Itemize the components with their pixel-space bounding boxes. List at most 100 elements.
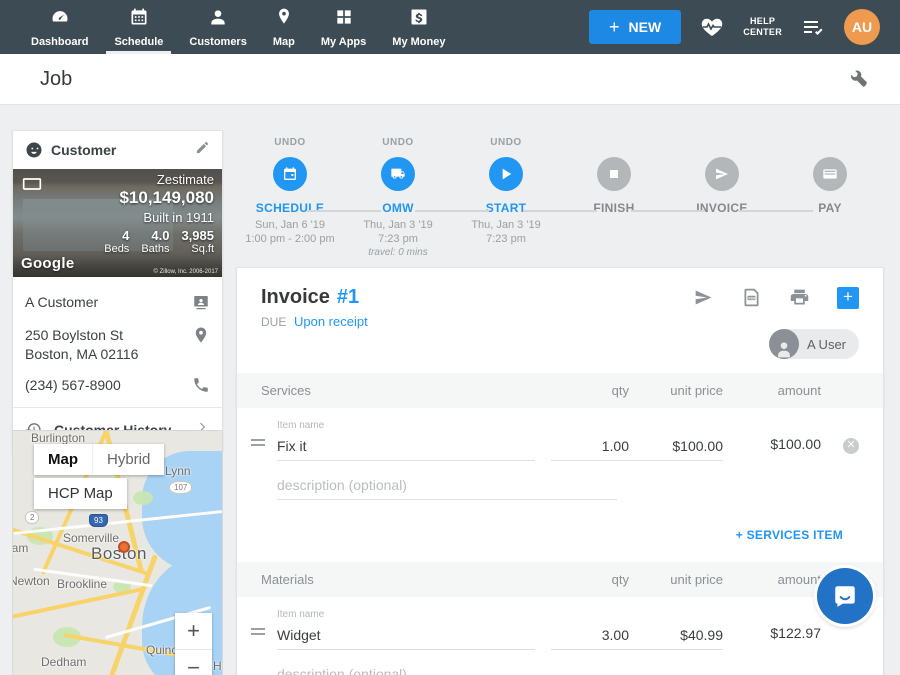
nav-tab-dashboard[interactable]: Dashboard — [18, 0, 101, 54]
step-finish-button[interactable] — [597, 157, 631, 191]
qty-input[interactable] — [551, 436, 629, 461]
description-row — [237, 650, 883, 675]
step-invoice-button[interactable] — [705, 157, 739, 191]
help-center-link[interactable]: HELP CENTER — [743, 16, 782, 38]
interstate-shield: 93 — [89, 514, 108, 527]
customer-card-header: Customer — [13, 131, 222, 169]
new-button[interactable]: + NEW — [589, 10, 681, 44]
step-start-button[interactable] — [489, 157, 523, 191]
column-unit-price: unit price — [629, 383, 723, 398]
step-schedule-button[interactable] — [273, 157, 307, 191]
play-icon — [498, 166, 514, 182]
nav-tab-my-money[interactable]: My Money — [379, 0, 458, 54]
user-avatar[interactable]: AU — [844, 9, 880, 45]
map-label: Newton — [12, 574, 50, 588]
step-label: INVOICE — [668, 201, 776, 215]
description-input[interactable] — [277, 664, 617, 675]
health-heart-icon[interactable] — [700, 15, 724, 39]
content: Customer Zestimate $10,149,080 Built in … — [0, 105, 900, 675]
step-connector — [415, 210, 489, 212]
map-marker[interactable] — [118, 541, 130, 553]
contact-card-icon[interactable] — [192, 293, 210, 314]
customer-address-row: 250 Boylston St Boston, MA 02116 — [25, 320, 210, 370]
map-button-hcp[interactable]: HCP Map — [34, 478, 127, 509]
qty-field — [551, 436, 629, 461]
customer-contact: A Customer 250 Boylston St Boston, MA 02… — [13, 277, 222, 407]
map-label: ham — [12, 541, 28, 555]
pdf-icon[interactable]: PDF — [741, 287, 762, 308]
item-name-input[interactable] — [277, 436, 535, 461]
nav-tab-label: Map — [273, 36, 295, 48]
location-pin-icon[interactable] — [192, 326, 210, 347]
map-card: Burlington Lynn 107 2 93 Somerville Bost… — [12, 430, 223, 675]
zoom-in-button[interactable]: + — [175, 613, 212, 649]
nav-tab-label: My Money — [392, 36, 445, 48]
map-label: Somerville — [63, 531, 119, 545]
due-terms-link[interactable]: Upon receipt — [294, 314, 368, 329]
add-services-item-link[interactable]: + SERVICES ITEM — [736, 528, 843, 542]
chat-widget-button[interactable] — [817, 568, 873, 624]
step-connector — [739, 210, 813, 212]
step-connector — [523, 210, 597, 212]
nav-tab-map[interactable]: Map — [260, 0, 308, 54]
step-pay: PAY — [776, 137, 884, 258]
undo-link[interactable]: UNDO — [344, 137, 452, 150]
qty-input[interactable] — [551, 625, 629, 650]
nav-tab-label: My Apps — [321, 36, 366, 48]
job-tools-icon[interactable] — [848, 66, 870, 93]
street-view-icon[interactable] — [22, 177, 42, 196]
undo-link[interactable]: UNDO — [236, 137, 344, 150]
step-connector — [631, 210, 705, 212]
column-amount: amount — [723, 572, 821, 587]
nav-tab-schedule[interactable]: Schedule — [101, 0, 176, 54]
drag-handle[interactable] — [251, 625, 277, 650]
step-pay-button[interactable] — [813, 157, 847, 191]
zoom-out-button[interactable]: − — [175, 649, 212, 675]
invoice-actions: PDF + — [693, 287, 859, 309]
map-zoom-controls: + − — [175, 613, 212, 675]
nav-tab-my-apps[interactable]: My Apps — [308, 0, 379, 54]
dollar-icon — [409, 7, 429, 32]
map-button-hybrid[interactable]: Hybrid — [92, 444, 164, 475]
person-icon — [208, 7, 228, 32]
item-name-input[interactable] — [277, 625, 535, 650]
drag-handle[interactable] — [251, 436, 277, 461]
unit-price-input[interactable] — [629, 625, 723, 650]
assignee-chip[interactable]: A User — [769, 329, 859, 359]
edit-pencil-icon[interactable] — [195, 140, 210, 160]
customer-card-title: Customer — [51, 142, 116, 158]
travel-time: travel: 0 mins — [344, 247, 452, 258]
nav-tab-label: Schedule — [114, 36, 163, 48]
page-title: Job — [40, 68, 72, 91]
invoice-number[interactable]: #1 — [337, 286, 359, 309]
map-button-map[interactable]: Map — [34, 444, 92, 475]
step-omw-button[interactable] — [381, 157, 415, 191]
remove-item-button[interactable]: ✕ — [843, 438, 859, 454]
item-name-field: Item name — [277, 609, 535, 650]
task-list-icon[interactable] — [801, 15, 825, 39]
item-name-label: Item name — [277, 420, 535, 431]
materials-section-header: Materials qty unit price amount — [237, 562, 883, 597]
customer-name: A Customer — [25, 293, 98, 312]
zestimate-label: Zestimate — [104, 172, 214, 187]
unit-price-input[interactable] — [629, 436, 723, 461]
step-dates: Sun, Jan 6 '19 1:00 pm - 2:00 pm — [236, 218, 344, 246]
column-unit-price: unit price — [629, 572, 723, 587]
description-input[interactable] — [277, 475, 617, 500]
step-connector — [307, 210, 381, 212]
page-header: Job — [0, 54, 900, 105]
customer-face-icon — [25, 141, 43, 159]
add-invoice-item-button[interactable]: + — [837, 287, 859, 309]
phone-icon[interactable] — [192, 376, 210, 397]
print-icon[interactable] — [789, 287, 810, 308]
assignee-row: A User — [237, 329, 883, 359]
undo-link[interactable]: UNDO — [452, 137, 560, 150]
customer-address: 250 Boylston St Boston, MA 02116 — [25, 326, 138, 364]
column-qty: qty — [551, 383, 629, 398]
customer-phone: (234) 567-8900 — [25, 376, 121, 395]
step-schedule: UNDO SCHEDULE Sun, Jan 6 '19 1:00 pm - 2… — [236, 137, 344, 258]
send-invoice-icon[interactable] — [693, 287, 714, 308]
step-label: START — [452, 201, 560, 215]
stop-icon — [606, 166, 622, 182]
nav-tab-customers[interactable]: Customers — [176, 0, 259, 54]
